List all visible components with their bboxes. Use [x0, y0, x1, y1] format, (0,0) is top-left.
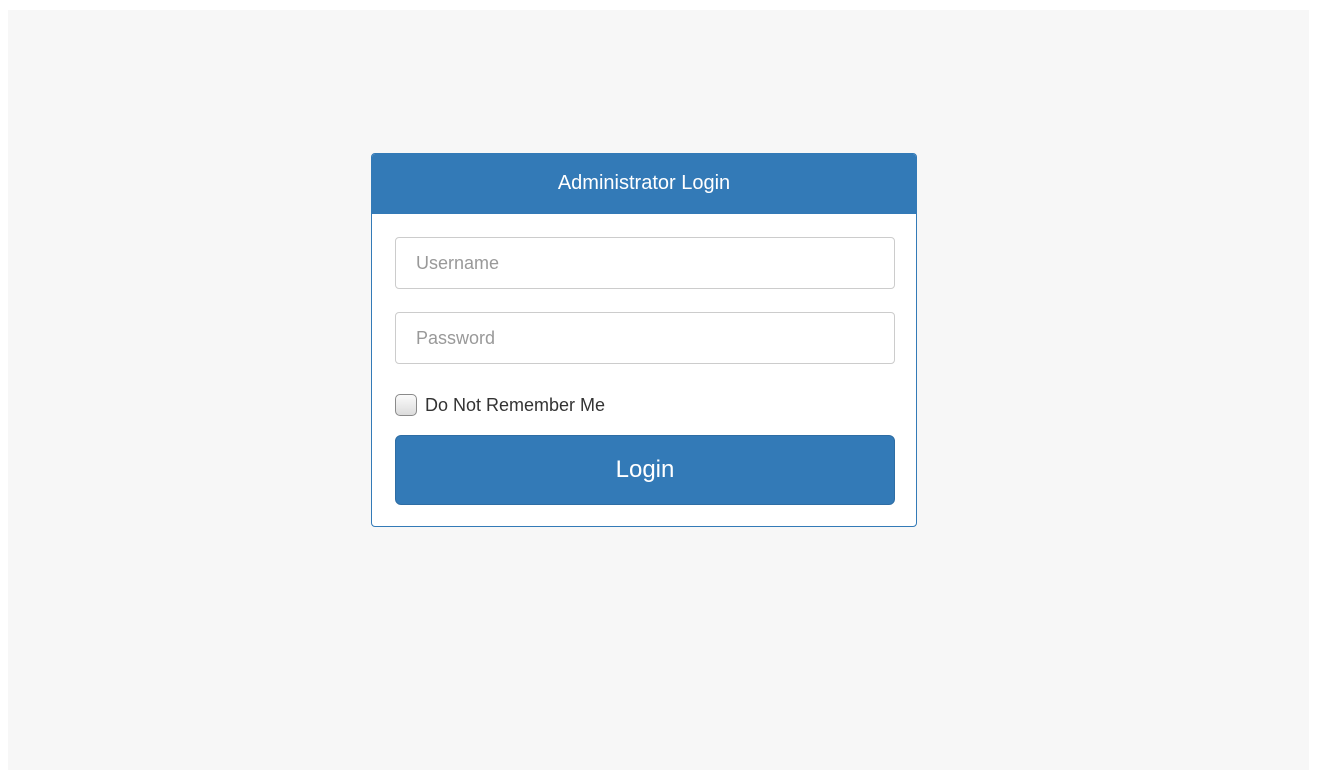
- page-background: Administrator Login Do Not Remember Me L…: [8, 10, 1309, 770]
- remember-option[interactable]: Do Not Remember Me: [395, 392, 605, 418]
- password-input[interactable]: [395, 312, 895, 364]
- do-not-remember-label: Do Not Remember Me: [425, 394, 606, 415]
- login-panel-title: Administrator Login: [372, 154, 916, 214]
- do-not-remember-checkbox[interactable]: [395, 394, 417, 416]
- login-panel: Administrator Login Do Not Remember Me L…: [371, 153, 917, 527]
- login-button[interactable]: Login: [395, 435, 895, 505]
- username-input[interactable]: [395, 237, 895, 289]
